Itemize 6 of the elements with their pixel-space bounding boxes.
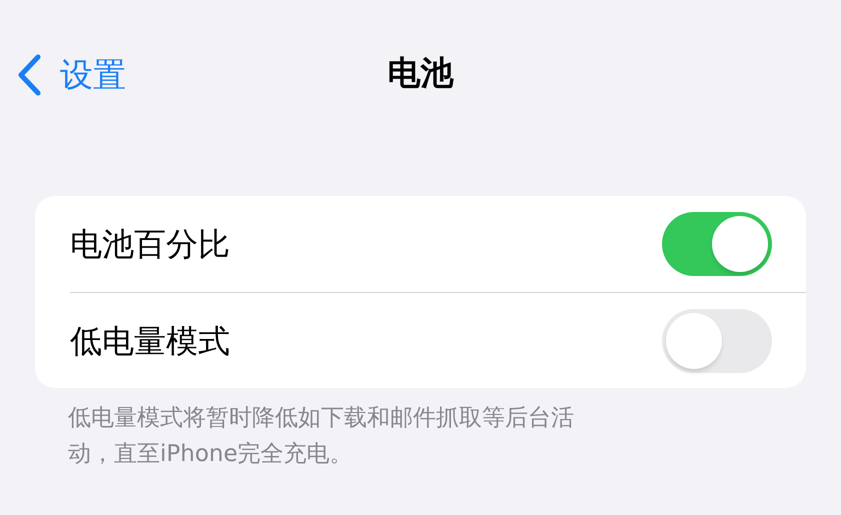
row-label: 低电量模式	[70, 320, 231, 362]
row-label: 电池百分比	[70, 224, 231, 265]
page-title: 电池	[388, 52, 454, 94]
back-button[interactable]: 设置	[16, 50, 126, 100]
footer-note: 低电量模式将暂时降低如下载和邮件抓取等后台活动，直至iPhone完全充电。	[68, 404, 575, 469]
chevron-left-icon	[16, 54, 42, 96]
